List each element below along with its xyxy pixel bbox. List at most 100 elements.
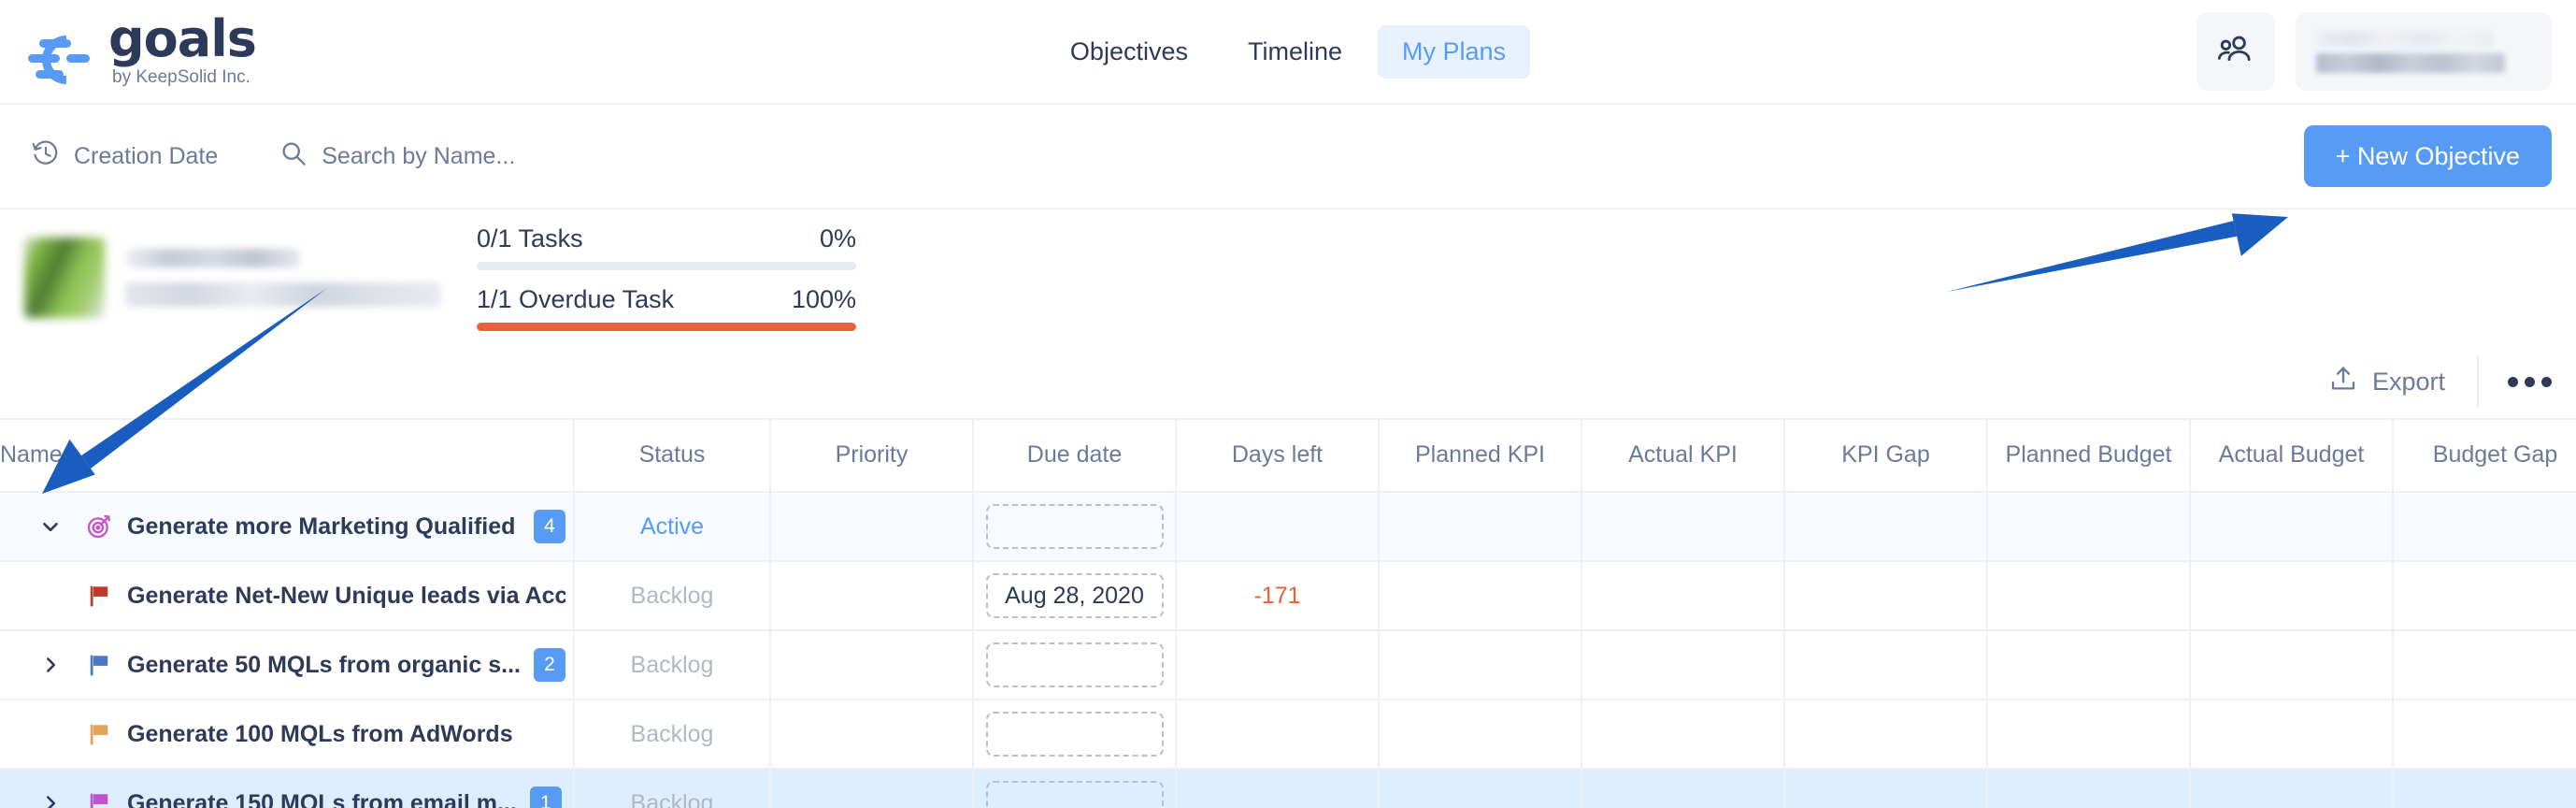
cell-budget-gap[interactable] bbox=[2394, 770, 2576, 808]
row-name-label: Generate Net-New Unique leads via Accou.… bbox=[127, 582, 565, 609]
due-date-field[interactable] bbox=[985, 642, 1164, 687]
column-header-budget-gap[interactable]: Budget Gap bbox=[2394, 420, 2576, 491]
tab-timeline[interactable]: Timeline bbox=[1224, 25, 1367, 79]
due-date-field[interactable] bbox=[985, 504, 1164, 549]
cell-priority[interactable] bbox=[771, 562, 974, 629]
cell-days-left[interactable] bbox=[1177, 770, 1380, 808]
plan-title-block bbox=[125, 248, 441, 307]
cell-status[interactable]: Backlog bbox=[575, 631, 771, 699]
column-header-days-left[interactable]: Days left bbox=[1177, 420, 1380, 491]
cell-planned-budget[interactable] bbox=[1988, 631, 2191, 699]
column-header-name[interactable]: Name bbox=[0, 420, 575, 491]
cell-kpi-gap[interactable] bbox=[1785, 700, 1988, 768]
column-header-planned-kpi[interactable]: Planned KPI bbox=[1380, 420, 1582, 491]
cell-due-date[interactable] bbox=[974, 631, 1177, 699]
cell-days-left[interactable]: -171 bbox=[1177, 562, 1380, 629]
status-badge: Backlog bbox=[630, 789, 714, 808]
cell-kpi-gap[interactable] bbox=[1785, 493, 1988, 560]
export-button[interactable]: Export bbox=[2329, 365, 2445, 399]
days-left-value: -171 bbox=[1253, 582, 1301, 609]
cell-status[interactable]: Backlog bbox=[575, 562, 771, 629]
chevron-right-expander[interactable] bbox=[24, 653, 77, 677]
cell-actual-kpi[interactable] bbox=[1582, 770, 1785, 808]
chevron-right-expander[interactable] bbox=[24, 791, 77, 808]
cell-due-date[interactable] bbox=[974, 770, 1177, 808]
cell-actual-budget[interactable] bbox=[2191, 700, 2394, 768]
cell-actual-kpi[interactable] bbox=[1582, 562, 1785, 629]
table-row[interactable]: Generate more Marketing Qualified ... 4 Ac… bbox=[0, 493, 2576, 562]
user-name-redacted bbox=[2316, 30, 2493, 47]
table-row[interactable]: Generate 150 MQLs from email m... 1 Backlo… bbox=[0, 770, 2576, 808]
row-name-label: Generate more Marketing Qualified ... bbox=[127, 512, 521, 540]
cell-planned-kpi[interactable] bbox=[1380, 770, 1582, 808]
tab-my-plans[interactable]: My Plans bbox=[1378, 24, 1531, 79]
table-row[interactable]: Generate 50 MQLs from organic s... 2 Backl… bbox=[0, 631, 2576, 700]
cell-budget-gap[interactable] bbox=[2394, 700, 2576, 768]
cell-actual-budget[interactable] bbox=[2191, 631, 2394, 699]
team-members-button[interactable] bbox=[2197, 12, 2275, 91]
column-header-status[interactable]: Status bbox=[575, 420, 771, 491]
due-date-field[interactable] bbox=[985, 781, 1164, 808]
column-header-actual-budget[interactable]: Actual Budget bbox=[2191, 420, 2394, 491]
cell-priority[interactable] bbox=[771, 493, 974, 560]
cell-budget-gap[interactable] bbox=[2394, 562, 2576, 629]
cell-planned-kpi[interactable] bbox=[1380, 700, 1582, 768]
cell-actual-kpi[interactable] bbox=[1582, 700, 1785, 768]
cell-planned-budget[interactable] bbox=[1988, 493, 2191, 560]
cell-actual-kpi[interactable] bbox=[1582, 631, 1785, 699]
cell-status[interactable]: Backlog bbox=[575, 770, 771, 808]
cell-kpi-gap[interactable] bbox=[1785, 770, 1988, 808]
flag-icon bbox=[77, 789, 122, 808]
column-header-kpi-gap[interactable]: KPI Gap bbox=[1785, 420, 1988, 491]
column-header-due-date[interactable]: Due date bbox=[974, 420, 1177, 491]
search-input-placeholder[interactable]: Search by Name... bbox=[322, 143, 515, 170]
column-header-actual-kpi[interactable]: Actual KPI bbox=[1582, 420, 1785, 491]
goals-app-window: goals by KeepSolid Inc. Objectives Timel… bbox=[0, 0, 2576, 808]
chevron-down-expander[interactable] bbox=[24, 514, 77, 539]
cell-days-left[interactable] bbox=[1177, 631, 1380, 699]
cell-due-date[interactable] bbox=[974, 700, 1177, 768]
cell-status[interactable]: Backlog bbox=[575, 700, 771, 768]
table-body: Generate more Marketing Qualified ... 4 Ac… bbox=[0, 493, 2576, 808]
cell-status[interactable]: Active bbox=[575, 493, 771, 560]
new-objective-button[interactable]: + New Objective bbox=[2303, 125, 2552, 187]
cell-due-date[interactable]: Aug 28, 2020 bbox=[974, 562, 1177, 629]
more-options-button[interactable] bbox=[2496, 376, 2563, 387]
cell-actual-budget[interactable] bbox=[2191, 493, 2394, 560]
cell-due-date[interactable] bbox=[974, 493, 1177, 560]
sort-label: Creation Date bbox=[74, 142, 219, 169]
cell-planned-kpi[interactable] bbox=[1380, 493, 1582, 560]
due-date-field[interactable]: Aug 28, 2020 bbox=[985, 573, 1164, 618]
cell-planned-budget[interactable] bbox=[1988, 770, 2191, 808]
due-date-field[interactable] bbox=[985, 712, 1164, 757]
column-header-planned-budget[interactable]: Planned Budget bbox=[1988, 420, 2191, 491]
cell-actual-budget[interactable] bbox=[2191, 562, 2394, 629]
tasks-progress-percent: 0% bbox=[819, 224, 856, 252]
app-logo[interactable]: goals by KeepSolid Inc. bbox=[28, 14, 257, 87]
cell-planned-budget[interactable] bbox=[1988, 562, 2191, 629]
cell-kpi-gap[interactable] bbox=[1785, 562, 1988, 629]
child-count-badge: 1 bbox=[529, 786, 562, 808]
cell-planned-kpi[interactable] bbox=[1380, 631, 1582, 699]
table-row[interactable]: Generate 100 MQLs from AdWords Backlog bbox=[0, 700, 2576, 770]
cell-actual-kpi[interactable] bbox=[1582, 493, 1785, 560]
cell-planned-kpi[interactable] bbox=[1380, 562, 1582, 629]
cell-budget-gap[interactable] bbox=[2394, 631, 2576, 699]
cell-budget-gap[interactable] bbox=[2394, 493, 2576, 560]
cell-days-left[interactable] bbox=[1177, 700, 1380, 768]
cell-kpi-gap[interactable] bbox=[1785, 631, 1988, 699]
column-header-priority[interactable]: Priority bbox=[771, 420, 974, 491]
cell-priority[interactable] bbox=[771, 770, 974, 808]
flag-icon bbox=[77, 720, 122, 748]
tab-objectives[interactable]: Objectives bbox=[1046, 25, 1212, 79]
table-row[interactable]: Generate Net-New Unique leads via Accou.… bbox=[0, 562, 2576, 631]
search-control[interactable]: Search by Name... bbox=[279, 139, 515, 174]
plan-avatar bbox=[24, 237, 105, 318]
cell-days-left[interactable] bbox=[1177, 493, 1380, 560]
sort-by-creation-date-button[interactable]: Creation Date bbox=[32, 139, 218, 174]
cell-priority[interactable] bbox=[771, 631, 974, 699]
cell-actual-budget[interactable] bbox=[2191, 770, 2394, 808]
cell-planned-budget[interactable] bbox=[1988, 700, 2191, 768]
user-account-chip[interactable] bbox=[2296, 12, 2552, 91]
cell-priority[interactable] bbox=[771, 700, 974, 768]
